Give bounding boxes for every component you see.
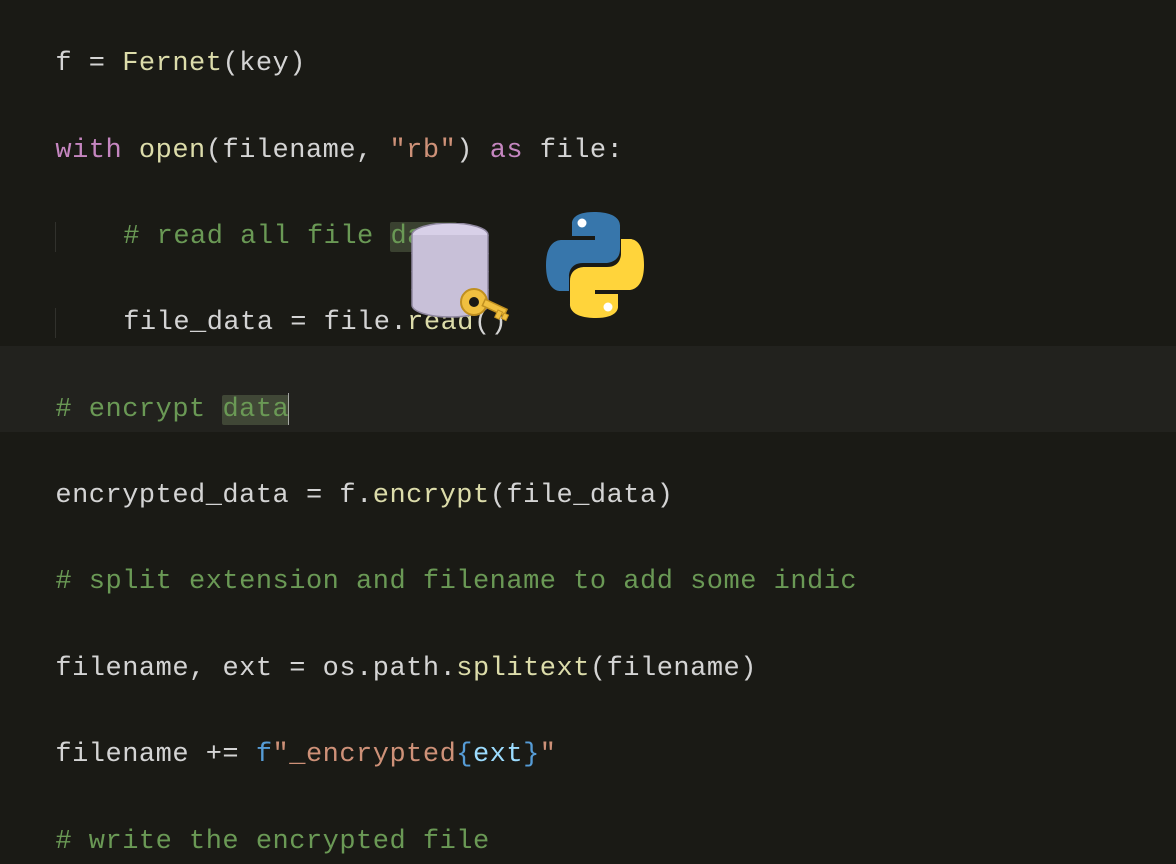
indent [55,222,123,252]
dot: . [440,654,457,684]
python-logo-icon [540,210,650,320]
close-paren: ) [289,49,306,79]
module-path: path [373,654,440,684]
code-line-1[interactable]: f = Fernet(key) [22,0,1176,86]
colon: : [607,136,624,166]
fstring-prefix: f [256,740,273,770]
comment-text: # read all file [123,222,390,252]
code-line-5-current[interactable]: # encrypt data [0,346,1176,432]
open-paren: ( [222,49,239,79]
code-line-10[interactable]: # write the encrypted file [22,777,1176,863]
var-encrypteddata: encrypted_data [55,481,289,511]
highlighted-data-word: data [222,395,289,425]
assign-op: = [289,481,339,511]
code-line-9[interactable]: filename += f"_encrypted{ext}" [22,691,1176,777]
code-line-7[interactable]: # split extension and filename to add so… [22,518,1176,604]
close-paren: ) [657,481,674,511]
string-close: " [540,740,557,770]
string-open: " [273,740,290,770]
comma: , [189,654,222,684]
string-literal: _encrypted [289,740,456,770]
assign-op: = [274,308,324,338]
keyword-with: with [55,136,122,166]
fstring-brace-close: } [523,740,540,770]
dot: . [356,481,373,511]
comment-text: # encrypt [55,395,222,425]
space [473,136,490,166]
var-ext: ext [222,654,272,684]
code-line-6[interactable]: encrypted_data = f.encrypt(file_data) [22,432,1176,518]
indent [55,308,123,338]
fn-splitext: splitext [456,654,590,684]
icon-overlay-group [410,220,650,320]
assign-op: = [273,654,323,684]
keyword-as: as [490,136,523,166]
fstring-var-ext: ext [473,740,523,770]
open-call: open [139,136,206,166]
database-icon [410,223,490,318]
fernet-call: Fernet [122,49,222,79]
method-encrypt: encrypt [373,481,490,511]
dot: . [390,308,407,338]
plus-assign-op: += [189,740,256,770]
open-paren: ( [490,481,507,511]
var-file: file [540,136,607,166]
arg-filedata: file_data [506,481,656,511]
space [523,136,540,166]
text-cursor [288,393,289,425]
fstring-brace-open: { [456,740,473,770]
arg-filename: filename [222,136,356,166]
open-paren: ( [206,136,223,166]
space [122,136,139,166]
module-os: os [323,654,356,684]
open-paren: ( [590,654,607,684]
var-filename: filename [55,740,189,770]
obj-file: file [324,308,391,338]
string-rb: "rb" [389,136,456,166]
assign-op: = [72,49,122,79]
variable-f: f [55,49,72,79]
arg-filename: filename [607,654,741,684]
obj-f: f [339,481,356,511]
key-icon [460,288,510,326]
comma: , [356,136,389,166]
var-filename: filename [55,654,189,684]
code-line-8[interactable]: filename, ext = os.path.splitext(filenam… [22,605,1176,691]
code-line-2[interactable]: with open(filename, "rb") as file: [22,86,1176,172]
comment-text: # split extension and filename to add so… [55,567,857,597]
arg-key: key [239,49,289,79]
close-paren: ) [456,136,473,166]
dot: . [356,654,373,684]
close-paren: ) [740,654,757,684]
var-filedata: file_data [123,308,273,338]
comment-text: # write the encrypted file [55,827,489,857]
